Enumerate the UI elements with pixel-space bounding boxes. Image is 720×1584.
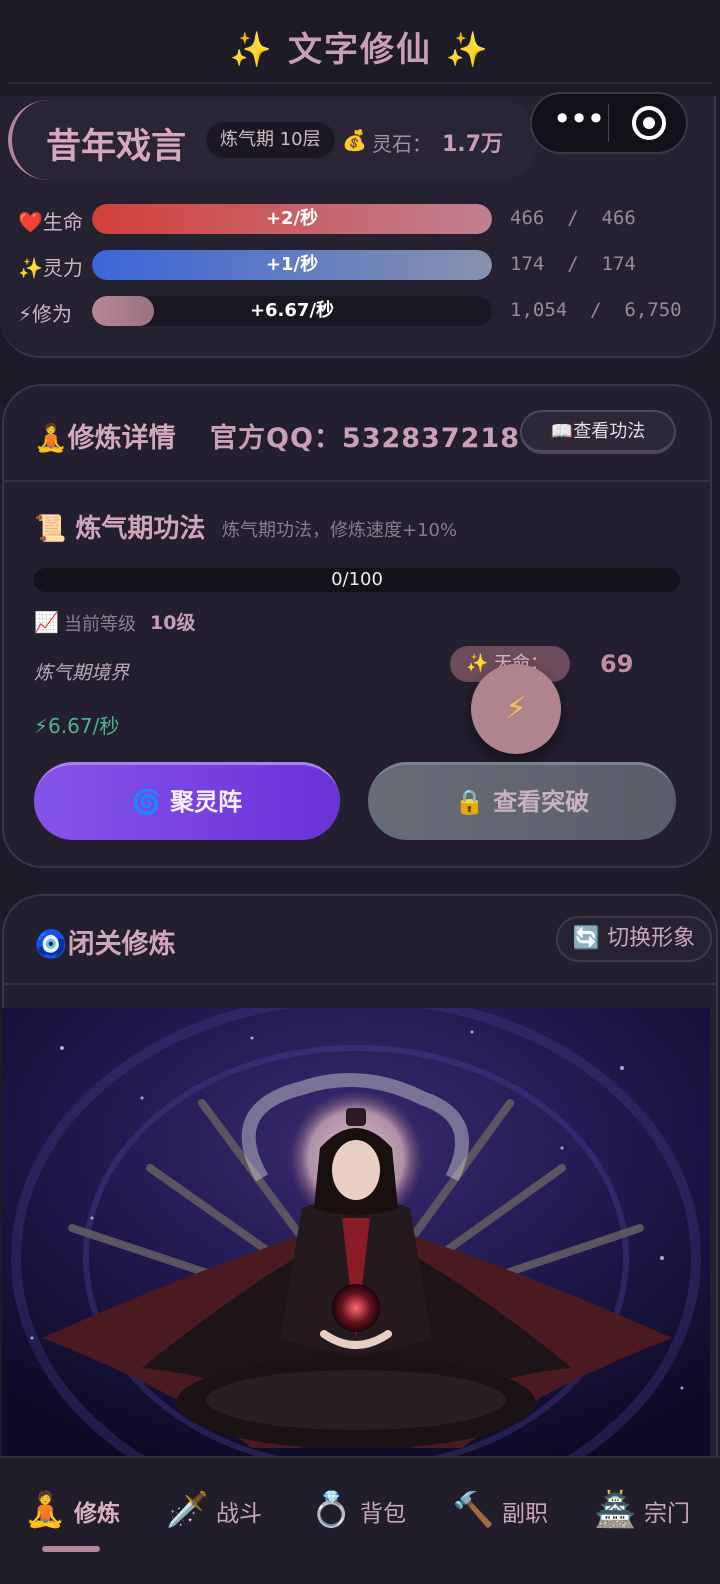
cultivator-illustration (2, 1008, 710, 1458)
level-value: 10级 (150, 612, 196, 634)
nav-label-profession: 副职 (502, 1501, 548, 1527)
page: ✨ 文字修仙 ✨ 昔年戏言 炼气期 10层 💰 灵石： 1.7万 ••• ❤️生… (0, 0, 720, 1584)
xp-bar: +6.67/秒 (92, 296, 492, 326)
mp-bar: +1/秒 (92, 250, 492, 280)
chart-up-icon: 📈 (34, 610, 59, 634)
mp-values: 174 / 174 (510, 253, 636, 275)
skill-description: 炼气期功法，修炼速度+10% (222, 520, 458, 541)
hp-rate: +2/秒 (265, 208, 319, 229)
xp-rate: +6.67/秒 (249, 300, 335, 321)
xp-row: ⚡修为 +6.67/秒 1,054 / 6,750 (18, 296, 708, 326)
realm-badge: 炼气期 10层 (206, 122, 335, 158)
skill-progress-text: 0/100 (331, 569, 383, 590)
meditation-icon: 🧘 (24, 1490, 67, 1530)
nav-label-cultivate: 修炼 (74, 1501, 120, 1527)
spirit-stone-value: 1.7万 (442, 132, 503, 157)
skill-progress-bar: 0/100 (34, 568, 680, 592)
xp-values: 1,054 / 6,750 (510, 299, 682, 321)
switch-avatar-button[interactable]: 🔄 切换形象 (556, 916, 712, 962)
nav-active-indicator (42, 1546, 100, 1552)
gather-spirit-button[interactable]: 🌀 聚灵阵 (34, 762, 340, 840)
level-label: 当前等级 (64, 614, 136, 635)
xp-label: ⚡修为 (18, 302, 73, 326)
nav-label-bag: 背包 (360, 1501, 406, 1527)
hammer-icon: 🔨 (452, 1490, 495, 1530)
nav-item-bag[interactable]: 💍 背包 (310, 1486, 420, 1534)
skill-title: 📜 炼气期功法 (34, 514, 206, 544)
hp-values: 466 / 466 (510, 207, 636, 229)
money-bag-icon: 💰 (342, 128, 367, 152)
nav-item-profession[interactable]: 🔨 副职 (452, 1486, 562, 1534)
hp-label: ❤️生命 (18, 210, 83, 234)
mp-rate: +1/秒 (265, 254, 319, 275)
ring-icon: 💍 (310, 1490, 353, 1530)
app-title: ✨ 文字修仙 ✨ (229, 30, 491, 70)
hp-bar: +2/秒 (92, 204, 492, 234)
seclusion-title: 🧿闭关修炼 (34, 929, 176, 960)
destiny-value: 69 (600, 650, 634, 678)
castle-icon: 🏯 (594, 1490, 637, 1530)
nav-item-cultivate[interactable]: 🧘 修炼 (24, 1486, 134, 1534)
title-divider (8, 82, 712, 84)
view-skill-button[interactable]: 📖查看功法 (520, 410, 676, 454)
seclusion-divider (2, 983, 718, 985)
mp-label: ✨灵力 (18, 256, 83, 280)
cultivation-title: 🧘修炼详情 (34, 423, 176, 454)
realm-text: 炼气期境界 (34, 662, 130, 684)
cultivator-artwork (2, 1008, 710, 1458)
cultivation-rate: ⚡6.67/秒 (34, 714, 120, 738)
view-breakthrough-button[interactable]: 🔒 查看突破 (368, 762, 676, 840)
spirit-stone-label: 灵石： (372, 132, 432, 156)
nav-label-sect: 宗门 (644, 1501, 690, 1527)
close-target-icon[interactable] (632, 106, 666, 140)
nav-label-battle: 战斗 (216, 1501, 262, 1527)
nav-item-battle[interactable]: 🗡️ 战斗 (166, 1486, 276, 1534)
player-name: 昔年戏言 (46, 127, 187, 167)
hp-row: ❤️生命 +2/秒 466 / 466 (18, 204, 708, 234)
mp-row: ✨灵力 +1/秒 174 / 174 (18, 250, 708, 280)
official-qq: 官方QQ：532837218 (210, 423, 520, 454)
dagger-icon: 🗡️ (166, 1490, 209, 1530)
capsule-divider (608, 104, 609, 142)
lightning-float-button[interactable]: ⚡ (471, 664, 561, 754)
cultivation-header-divider (2, 480, 712, 482)
nav-item-sect[interactable]: 🏯 宗门 (594, 1486, 704, 1534)
more-dots-icon[interactable]: ••• (548, 103, 608, 142)
